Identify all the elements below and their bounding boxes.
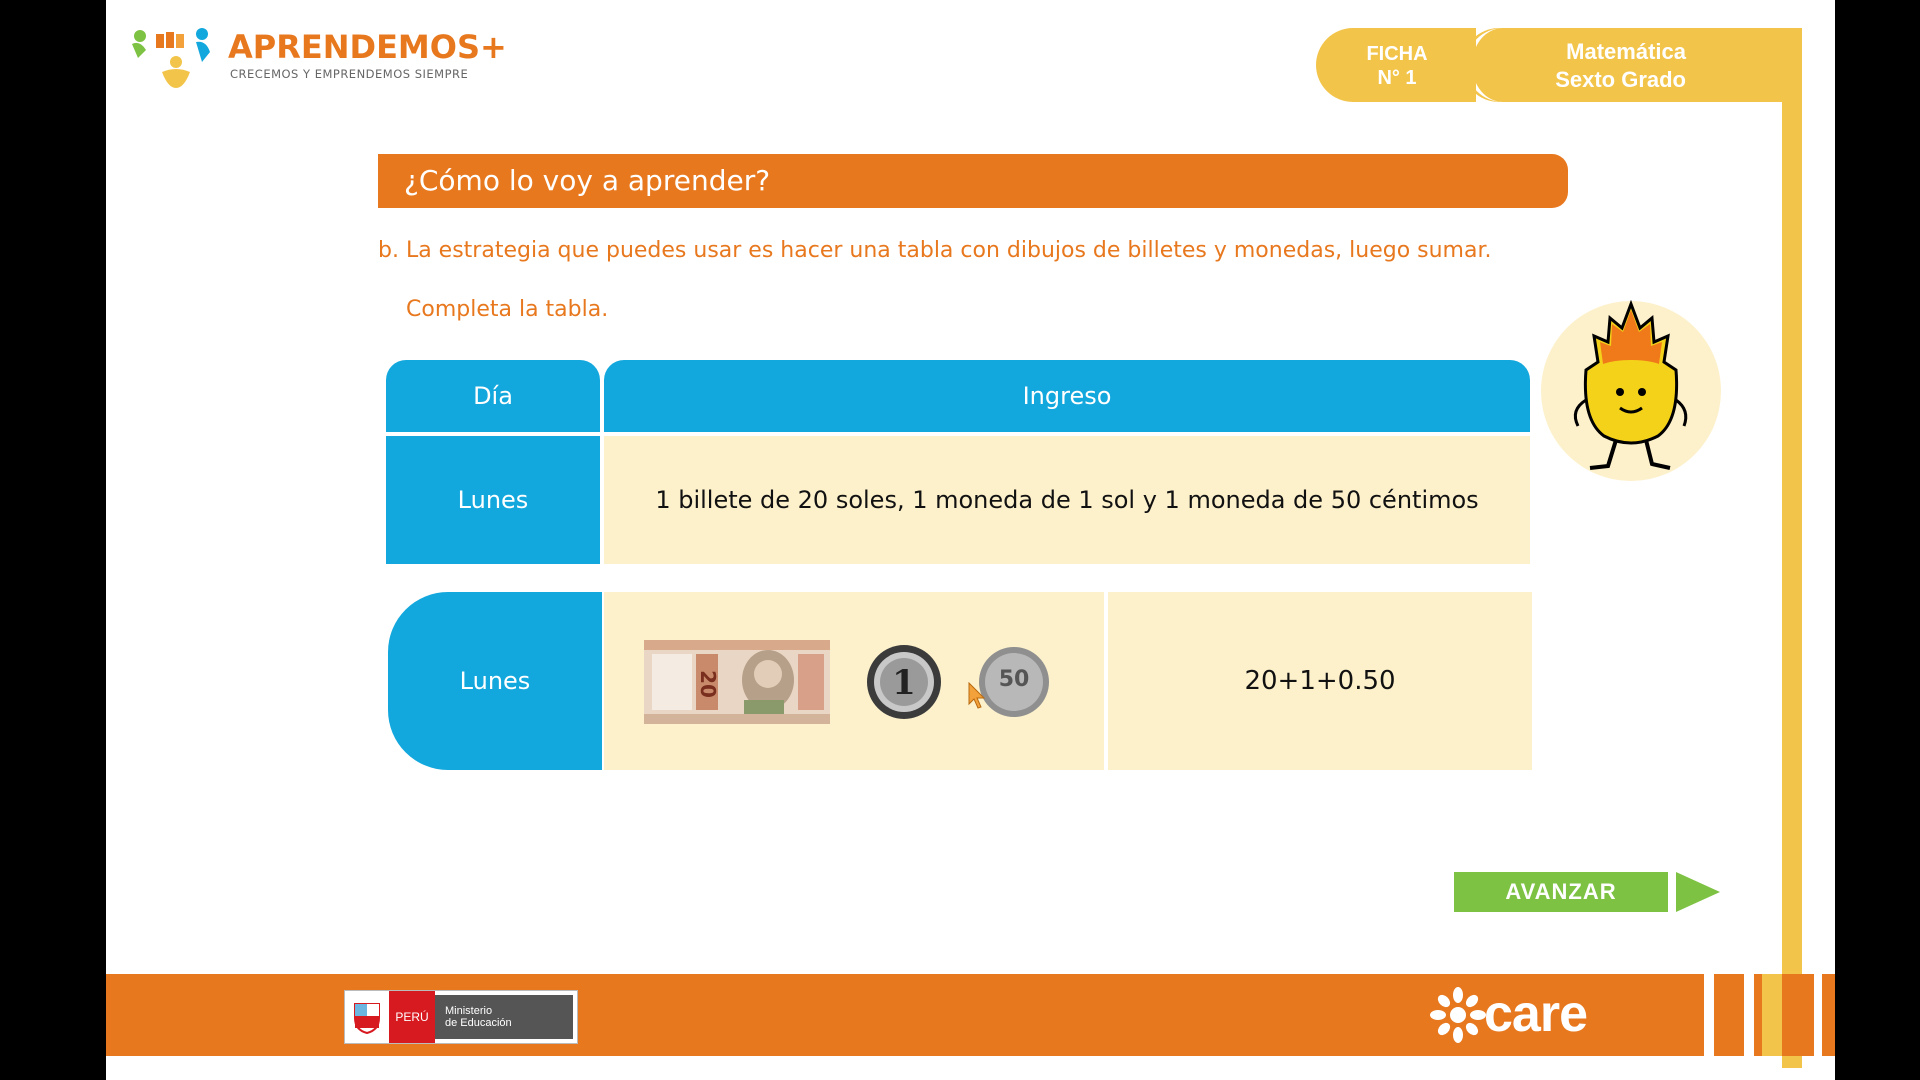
ficha-number: N° 1 — [1377, 67, 1417, 89]
care-logo-text: care — [1484, 985, 1588, 1043]
table2-row-day: Lunes — [388, 592, 602, 770]
coin-1-sol-icon: 1 — [867, 645, 941, 719]
aprendemos-logo: APRENDEMOS+ CRECEMOS Y EMPRENDEMOS SIEMP… — [126, 22, 507, 92]
section-heading: ¿Cómo lo voy a aprender? — [378, 154, 1568, 208]
money-drawings-cell: 20 1 50 — [604, 592, 1104, 770]
table-header-income: Ingreso — [604, 360, 1530, 432]
grade-level-label: Sexto Grado — [1555, 67, 1686, 92]
banknote-value: 20 — [696, 670, 720, 698]
ministry-label: Ministerio de Educación — [435, 991, 577, 1043]
advance-button[interactable]: AVANZAR — [1454, 872, 1668, 912]
ficha-title: FICHA — [1366, 43, 1428, 65]
advance-arrow-icon[interactable] — [1676, 872, 1720, 912]
complete-prompt: Completa la tabla. — [406, 297, 609, 322]
coin-50-value: 50 — [999, 667, 1030, 692]
logo-title: APRENDEMOS+ — [228, 28, 507, 66]
peru-label: PERÚ — [389, 991, 435, 1043]
ministry-line2: de Educación — [445, 1017, 512, 1029]
coin-1-value: 1 — [892, 663, 916, 703]
peru-ministry-logo: PERÚ Ministerio de Educación — [344, 990, 578, 1044]
sum-cell: 20+1+0.50 — [1108, 592, 1532, 770]
table-row-day: Lunes — [386, 436, 600, 564]
banknote-20-icon: 20 — [644, 640, 830, 724]
coin-50-centimos-icon: 50 — [979, 647, 1049, 717]
peru-crest-icon — [345, 991, 389, 1043]
section-heading-text: ¿Cómo lo voy a aprender? — [404, 164, 771, 197]
ficha-label: FICHA N° 1 — [1338, 42, 1456, 90]
logo-subtitle: CRECEMOS Y EMPRENDEMOS SIEMPRE — [230, 67, 469, 81]
slide: APRENDEMOS+ CRECEMOS Y EMPRENDEMOS SIEMP… — [106, 0, 1835, 1080]
grade-label: Matemática Sexto Grado — [1506, 38, 1686, 94]
instruction-text: b. La estrategia que puedes usar es hace… — [378, 238, 1492, 263]
subject-label: Matemática — [1566, 39, 1686, 64]
flame-mascot-icon — [1541, 300, 1721, 481]
mouse-cursor-icon — [968, 682, 986, 709]
ministry-line1: Ministerio — [445, 1005, 493, 1017]
aprendemos-figures-icon — [132, 28, 210, 88]
table-row-income: 1 billete de 20 soles, 1 moneda de 1 sol… — [604, 436, 1530, 564]
footer-stripes — [1698, 974, 1835, 1056]
right-accent-bar — [1782, 28, 1802, 1068]
table-header-day: Día — [386, 360, 600, 432]
care-emblem-icon — [1430, 987, 1486, 1043]
